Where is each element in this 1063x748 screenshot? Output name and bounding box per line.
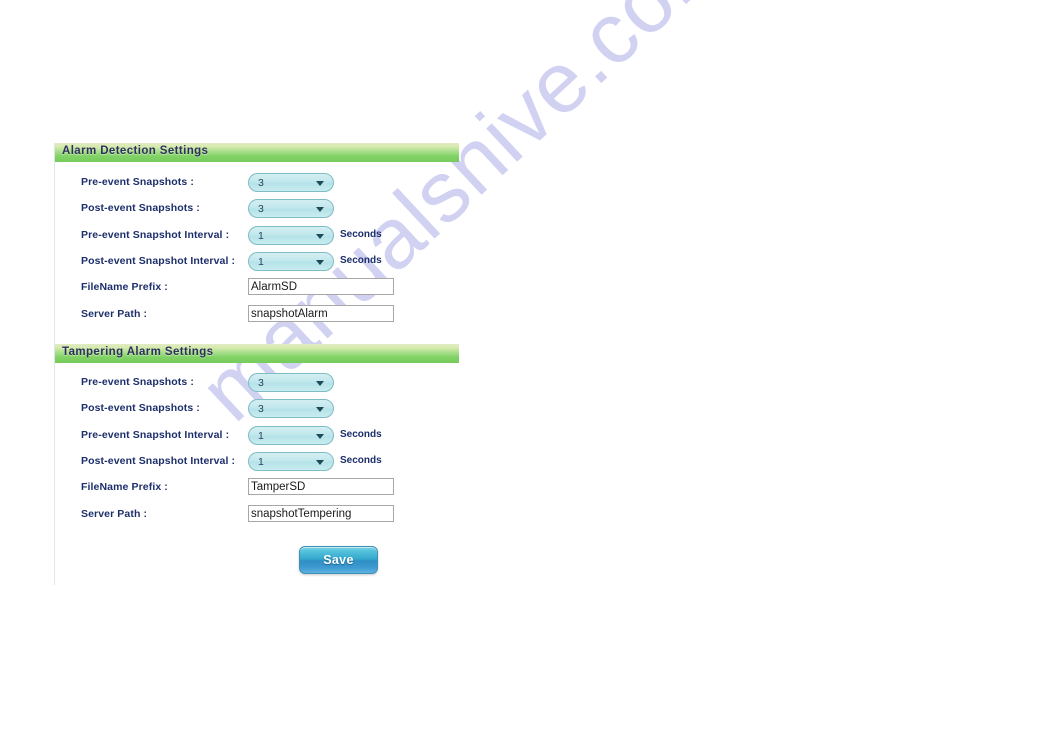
text-input-tampering-alarm-4[interactable]: TamperSD xyxy=(248,478,394,496)
field-label: Post-event Snapshot Interval : xyxy=(81,454,236,467)
dropdown-value: 3 xyxy=(258,177,264,189)
chevron-down-icon[interactable] xyxy=(316,407,324,413)
chevron-down-icon[interactable] xyxy=(316,207,324,213)
section-title: Tampering Alarm Settings xyxy=(62,346,214,358)
field-label: Pre-event Snapshots : xyxy=(81,376,194,388)
dropdown-value: 1 xyxy=(258,429,264,442)
dropdown-value: 1 xyxy=(258,455,264,468)
dropdown-value: 3 xyxy=(258,203,264,216)
chevron-down-icon[interactable] xyxy=(316,259,324,265)
dropdown-value: 3 xyxy=(258,403,264,416)
chevron-down-icon[interactable] xyxy=(316,381,324,386)
field-label: Pre-event Snapshot Interval : xyxy=(81,428,230,441)
field-label: Post-event Snapshots : xyxy=(81,202,200,215)
unit-label: Seconds xyxy=(340,228,382,240)
field-label: Post-event Snapshot Interval : xyxy=(81,254,236,267)
field-label: FileName Prefix : xyxy=(81,281,168,294)
unit-label: Seconds xyxy=(340,428,382,440)
dropdown-tampering-alarm-3[interactable]: 1 xyxy=(248,451,334,471)
text-input-value: TamperSD xyxy=(251,481,306,494)
section-header-alarm-detection: Alarm Detection Settings xyxy=(55,143,459,162)
chevron-down-icon[interactable] xyxy=(316,181,324,186)
field-label: Server Path : xyxy=(81,507,148,520)
field-label: Server Path : xyxy=(81,307,148,320)
text-input-alarm-detection-4[interactable]: AlarmSD xyxy=(248,278,394,296)
save-button-label: Save xyxy=(323,553,354,567)
chevron-down-icon[interactable] xyxy=(316,433,324,439)
unit-label: Seconds xyxy=(340,254,382,266)
field-label: FileName Prefix : xyxy=(81,481,168,494)
dropdown-tampering-alarm-0[interactable]: 3 xyxy=(248,373,334,392)
dropdown-value: 1 xyxy=(258,229,264,242)
dropdown-alarm-detection-1[interactable]: 3 xyxy=(248,199,334,219)
section-title: Alarm Detection Settings xyxy=(62,145,209,157)
dropdown-value: 1 xyxy=(258,255,264,268)
save-button[interactable]: Save xyxy=(299,546,378,574)
dropdown-value: 3 xyxy=(258,377,264,389)
dropdown-alarm-detection-0[interactable]: 3 xyxy=(248,173,334,192)
field-label: Pre-event Snapshots : xyxy=(81,176,194,188)
settings-panel: Alarm Detection Settings Pre-event Snapsh… xyxy=(54,143,459,585)
dropdown-tampering-alarm-1[interactable]: 3 xyxy=(248,399,334,419)
dropdown-alarm-detection-3[interactable]: 1 xyxy=(248,251,334,271)
chevron-down-icon[interactable] xyxy=(316,233,324,239)
field-label: Post-event Snapshots : xyxy=(81,402,200,415)
dropdown-tampering-alarm-2[interactable]: 1 xyxy=(248,425,334,445)
text-input-value: snapshotTempering xyxy=(251,507,352,520)
unit-label: Seconds xyxy=(340,454,382,466)
text-input-alarm-detection-5[interactable]: snapshotAlarm xyxy=(248,304,394,322)
section-header-tampering-alarm: Tampering Alarm Settings xyxy=(55,344,459,363)
field-label: Pre-event Snapshot Interval : xyxy=(81,228,230,241)
chevron-down-icon[interactable] xyxy=(316,459,324,465)
text-input-value: AlarmSD xyxy=(251,281,298,294)
dropdown-alarm-detection-2[interactable]: 1 xyxy=(248,225,334,245)
text-input-value: snapshotAlarm xyxy=(251,307,328,320)
text-input-tampering-alarm-5[interactable]: snapshotTempering xyxy=(248,504,394,522)
